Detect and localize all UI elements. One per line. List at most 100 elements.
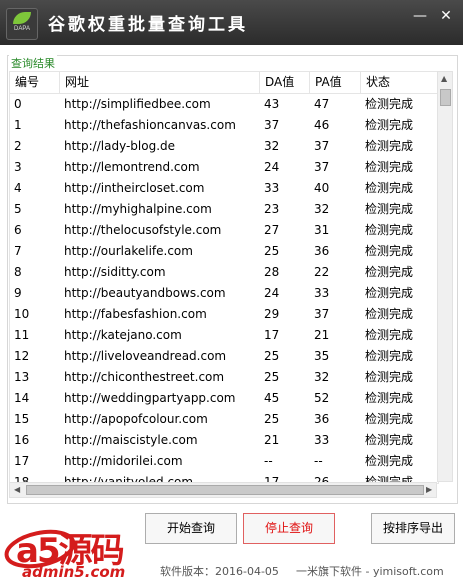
row-id: 5 (14, 202, 22, 216)
row-pa: 33 (314, 286, 330, 300)
title-bar: DAPA 谷歌权重批量查询工具 — ✕ (0, 0, 463, 45)
table-row[interactable]: 1 http://thefashioncanvas.com 37 46 检测完成 (10, 115, 438, 136)
row-url: http://thefashioncanvas.com (64, 118, 236, 132)
row-status: 检测完成 (365, 349, 414, 363)
column-header-da[interactable]: DA值 (260, 72, 310, 93)
row-da: 27 (264, 223, 280, 237)
row-url: http://intheircloset.com (64, 181, 205, 195)
table-header: 编号 网址 DA值 PA值 状态 (10, 72, 438, 94)
vertical-scroll-thumb[interactable] (440, 89, 451, 106)
row-url: http://maiscistyle.com (64, 433, 198, 447)
row-id: 2 (14, 139, 22, 153)
credit-text: 一米旗下软件 - yimisoft.com (296, 565, 444, 578)
row-id: 1 (14, 118, 22, 132)
row-status: 检测完成 (365, 244, 414, 258)
row-url: http://katejano.com (64, 328, 182, 342)
row-da: 21 (264, 433, 280, 447)
horizontal-scroll-thumb[interactable] (26, 485, 424, 495)
row-status: 检测完成 (365, 433, 414, 447)
row-pa: 36 (314, 244, 330, 258)
table-row[interactable]: 3 http://lemontrend.com 24 37 检测完成 (10, 157, 438, 178)
row-url: http://liveloveandread.com (64, 349, 227, 363)
row-da: -- (264, 454, 273, 468)
column-header-status[interactable]: 状态 (361, 72, 438, 93)
row-da: 24 (264, 286, 280, 300)
row-pa: 46 (314, 118, 330, 132)
row-url: http://weddingpartyapp.com (64, 391, 236, 405)
row-pa: -- (314, 454, 323, 468)
horizontal-scrollbar[interactable]: ◀ ▶ (9, 482, 437, 498)
row-status: 检测完成 (365, 139, 414, 153)
scroll-up-icon[interactable]: ▲ (441, 74, 447, 83)
table-row[interactable]: 17 http://midorilei.com -- -- 检测完成 (10, 451, 438, 472)
row-da: 33 (264, 181, 280, 195)
row-da: 37 (264, 118, 280, 132)
row-da: 25 (264, 370, 280, 384)
row-url: http://simplifiedbee.com (64, 97, 211, 111)
row-pa: 33 (314, 433, 330, 447)
results-table[interactable]: 编号 网址 DA值 PA值 状态 0 http://simplifiedbee.c… (9, 71, 439, 484)
row-pa: 21 (314, 328, 330, 342)
table-row[interactable]: 0 http://simplifiedbee.com 43 47 检测完成 (10, 94, 438, 115)
row-id: 15 (14, 412, 30, 426)
row-url: http://chiconthestreet.com (64, 370, 225, 384)
scroll-right-icon[interactable]: ▶ (426, 485, 432, 494)
table-row[interactable]: 2 http://lady-blog.de 32 37 检测完成 (10, 136, 438, 157)
row-url: http://myhighalpine.com (64, 202, 212, 216)
table-row[interactable]: 14 http://weddingpartyapp.com 45 52 检测完成 (10, 388, 438, 409)
row-pa: 36 (314, 412, 330, 426)
row-id: 16 (14, 433, 30, 447)
watermark-site: admin5.com (22, 563, 126, 581)
stop-query-button[interactable]: 停止查询 (243, 513, 335, 544)
column-header-url[interactable]: 网址 (60, 72, 260, 93)
row-url: http://apopofcolour.com (64, 412, 208, 426)
vertical-scrollbar[interactable]: ▲ (437, 71, 453, 482)
row-status: 检测完成 (365, 286, 414, 300)
watermark-logo: a5源码 admin5.com (0, 515, 160, 582)
scroll-left-icon[interactable]: ◀ (14, 485, 20, 494)
row-id: 3 (14, 160, 22, 174)
row-pa: 35 (314, 349, 330, 363)
row-pa: 37 (314, 139, 330, 153)
column-header-pa[interactable]: PA值 (310, 72, 361, 93)
row-da: 24 (264, 160, 280, 174)
row-id: 6 (14, 223, 22, 237)
table-row[interactable]: 6 http://thelocusofstyle.com 27 31 检测完成 (10, 220, 438, 241)
row-url: http://siditty.com (64, 265, 166, 279)
row-status: 检测完成 (365, 328, 414, 342)
row-da: 43 (264, 97, 280, 111)
row-pa: 32 (314, 202, 330, 216)
row-id: 17 (14, 454, 30, 468)
results-group-label: 查询结果 (9, 55, 57, 71)
table-row[interactable]: 15 http://apopofcolour.com 25 36 检测完成 (10, 409, 438, 430)
row-url: http://lemontrend.com (64, 160, 200, 174)
table-row[interactable]: 7 http://ourlakelife.com 25 36 检测完成 (10, 241, 438, 262)
table-row[interactable]: 9 http://beautyandbows.com 24 33 检测完成 (10, 283, 438, 304)
app-logo-icon: DAPA (6, 8, 38, 40)
row-status: 检测完成 (365, 391, 414, 405)
row-id: 14 (14, 391, 30, 405)
table-row[interactable]: 11 http://katejano.com 17 21 检测完成 (10, 325, 438, 346)
row-status: 检测完成 (365, 223, 414, 237)
row-da: 25 (264, 244, 280, 258)
table-row[interactable]: 16 http://maiscistyle.com 21 33 检测完成 (10, 430, 438, 451)
row-pa: 32 (314, 370, 330, 384)
table-row[interactable]: 8 http://siditty.com 28 22 检测完成 (10, 262, 438, 283)
table-row[interactable]: 12 http://liveloveandread.com 25 35 检测完成 (10, 346, 438, 367)
row-status: 检测完成 (365, 118, 414, 132)
column-header-id[interactable]: 编号 (10, 72, 60, 93)
table-row[interactable]: 13 http://chiconthestreet.com 25 32 检测完成 (10, 367, 438, 388)
minimize-button[interactable]: — (410, 8, 430, 24)
row-id: 4 (14, 181, 22, 195)
row-status: 检测完成 (365, 181, 414, 195)
row-status: 检测完成 (365, 307, 414, 321)
close-button[interactable]: ✕ (436, 8, 456, 24)
row-status: 检测完成 (365, 454, 414, 468)
table-row[interactable]: 5 http://myhighalpine.com 23 32 检测完成 (10, 199, 438, 220)
table-row[interactable]: 4 http://intheircloset.com 33 40 检测完成 (10, 178, 438, 199)
table-row[interactable]: 10 http://fabesfashion.com 29 37 检测完成 (10, 304, 438, 325)
row-pa: 40 (314, 181, 330, 195)
row-url: http://thelocusofstyle.com (64, 223, 222, 237)
export-sorted-button[interactable]: 按排序导出 (371, 513, 455, 544)
row-da: 32 (264, 139, 280, 153)
